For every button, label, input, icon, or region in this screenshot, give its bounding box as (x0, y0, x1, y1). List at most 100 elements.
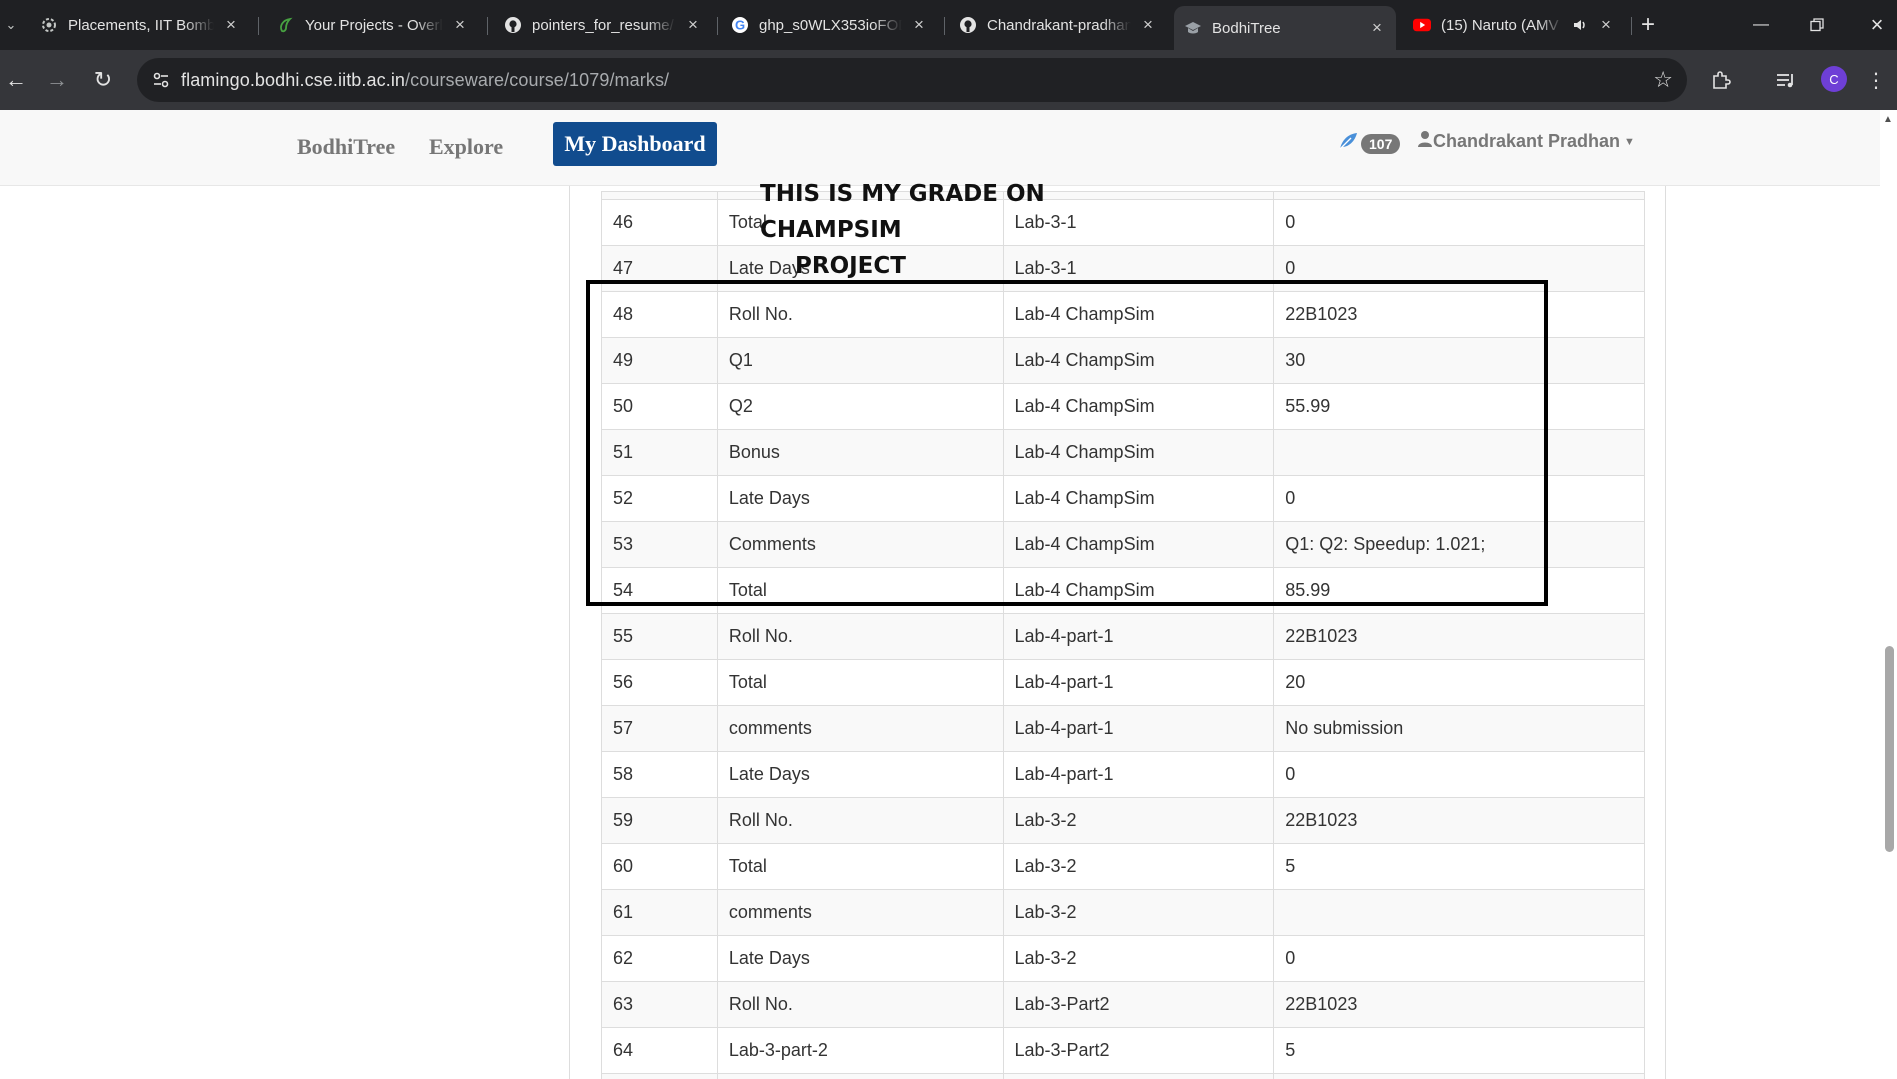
cell-assignment: Lab-4 ChampSim (1002, 291, 1275, 338)
url-text: flamingo.bodhi.cse.iitb.ac.in/courseware… (181, 70, 669, 91)
cell-field: Late Days (716, 935, 1004, 982)
tab-title: (15) Naruto (AMV (1441, 16, 1559, 34)
cell-assignment: Lab-4 ChampSim (1002, 521, 1275, 568)
cell-no: 61 (601, 889, 718, 936)
tab-github-profile[interactable]: Chandrakant-pradhan × (949, 8, 1167, 42)
cell-value (1273, 1073, 1645, 1079)
cell-field: Late Days (716, 751, 1004, 798)
cell-no: 64 (601, 1027, 718, 1074)
cell-value (1273, 889, 1645, 936)
table-row: 50 Q2 Lab-4 ChampSim 55.99 (601, 383, 1645, 430)
cell-no: 58 (601, 751, 718, 798)
tab-bodhitree[interactable]: BodhiTree × (1174, 6, 1396, 50)
address-bar[interactable]: flamingo.bodhi.cse.iitb.ac.in/courseware… (137, 58, 1687, 102)
cell-assignment (1002, 1073, 1275, 1079)
grade-annotation: THIS IS MY GRADE ON CHAMPSIM PROJECT (760, 176, 1180, 284)
user-name: Chandrakant Pradhan (1433, 131, 1621, 151)
back-arrow-icon[interactable]: ← (0, 64, 32, 96)
speaker-icon[interactable] (1571, 16, 1589, 34)
github-icon (959, 16, 977, 34)
site-settings-icon[interactable] (151, 70, 171, 90)
user-icon (1417, 130, 1433, 153)
minimize-icon[interactable]: — (1741, 8, 1781, 42)
table-row: 51 Bonus Lab-4 ChampSim (601, 429, 1645, 476)
cell-value: 22B1023 (1273, 981, 1645, 1028)
cell-assignment: Lab-4 ChampSim (1002, 337, 1275, 384)
tab-separator (944, 17, 945, 35)
points-indicator[interactable]: 107 (1337, 130, 1401, 157)
close-icon[interactable]: × (1368, 18, 1386, 37)
explore-link[interactable]: Explore (429, 134, 503, 160)
scrollbar-thumb[interactable] (1885, 646, 1894, 852)
leaf-icon (1337, 130, 1359, 157)
forward-arrow-icon[interactable]: → (41, 64, 73, 96)
tab-separator (487, 17, 488, 35)
cell-field: Total (716, 567, 1004, 614)
reload-icon[interactable]: ↻ (87, 64, 119, 96)
graduation-cap-icon (1184, 19, 1202, 37)
cell-value: 5 (1273, 1027, 1645, 1074)
cell-field: Lab-3-part-2 (716, 1027, 1004, 1074)
cell-assignment: Lab-4-part-1 (1002, 705, 1275, 752)
cell-value: Q1: Q2: Speedup: 1.021; (1273, 521, 1645, 568)
close-icon[interactable]: × (684, 15, 702, 34)
cell-assignment: Lab-4 ChampSim (1002, 475, 1275, 522)
github-icon (504, 16, 522, 34)
close-icon[interactable]: × (910, 15, 928, 34)
cell-field: Roll No. (716, 797, 1004, 844)
cell-assignment: Lab-4-part-1 (1002, 751, 1275, 798)
cell-field: comments (716, 705, 1004, 752)
tab-pointers-for-resume[interactable]: pointers_for_resume/ × (494, 8, 712, 42)
tab-title: Your Projects - Overleaf (305, 16, 443, 34)
cell-field: Late Days (716, 475, 1004, 522)
close-icon[interactable]: × (451, 15, 469, 34)
cell-assignment: Lab-4 ChampSim (1002, 383, 1275, 430)
tab-search-chevron-icon[interactable]: ⌄ (0, 12, 22, 38)
tab-overleaf[interactable]: Your Projects - Overleaf × (267, 8, 479, 42)
cell-no (601, 191, 718, 200)
tab-youtube[interactable]: (15) Naruto (AMV × (1403, 8, 1625, 42)
cell-field: Roll No. (716, 981, 1004, 1028)
table-row: 52 Late Days Lab-4 ChampSim 0 (601, 475, 1645, 522)
cell-no: 52 (601, 475, 718, 522)
google-icon: G (731, 16, 749, 34)
cell-value: 22B1023 (1273, 291, 1645, 338)
table-row: 53 Comments Lab-4 ChampSim Q1: Q2: Speedup:… (601, 521, 1645, 568)
tab-title: Chandrakant-pradhan (987, 16, 1131, 34)
tab-title: pointers_for_resume/ (532, 16, 674, 34)
bookmark-star-icon[interactable]: ☆ (1653, 67, 1673, 93)
close-icon[interactable]: × (1139, 15, 1157, 34)
close-icon[interactable]: × (222, 15, 240, 34)
media-queue-icon[interactable] (1770, 64, 1802, 96)
brand-link[interactable]: BodhiTree (297, 134, 395, 160)
close-icon[interactable]: × (1597, 15, 1615, 34)
caret-down-icon: ▼ (1624, 135, 1635, 148)
user-menu[interactable]: Chandrakant Pradhan ▼ (1417, 130, 1635, 153)
cell-assignment: Lab-3-2 (1002, 889, 1275, 936)
new-tab-plus-icon[interactable]: + (1637, 11, 1659, 38)
cell-no: 50 (601, 383, 718, 430)
tab-separator (717, 17, 718, 35)
tab-placements[interactable]: Placements, IIT Bombay × (30, 8, 250, 42)
table-row: 56 Total Lab-4-part-1 20 (601, 659, 1645, 706)
extensions-puzzle-icon[interactable] (1705, 64, 1737, 96)
tab-separator (258, 17, 259, 35)
table-row: 48 Roll No. Lab-4 ChampSim 22B1023 (601, 291, 1645, 338)
restore-icon[interactable] (1797, 8, 1837, 42)
cell-no (601, 1073, 718, 1079)
cell-value: 85.99 (1273, 567, 1645, 614)
kebab-menu-icon[interactable]: ⋮ (1860, 64, 1892, 96)
tab-google-search[interactable]: G ghp_s0WLX353ioFOD × (721, 8, 938, 42)
table-row: 61 comments Lab-3-2 (601, 889, 1645, 936)
cell-no: 60 (601, 843, 718, 890)
table-row: 63 Roll No. Lab-3-Part2 22B1023 (601, 981, 1645, 1028)
profile-avatar[interactable]: C (1821, 66, 1847, 92)
cell-field: Q2 (716, 383, 1004, 430)
window-close-icon[interactable]: × (1857, 8, 1897, 42)
cell-no: 53 (601, 521, 718, 568)
browser-tab-strip: ⌄ Placements, IIT Bombay × Your Projects… (0, 0, 1897, 50)
cell-assignment: Lab-3-Part2 (1002, 1027, 1275, 1074)
scroll-up-arrow-icon[interactable]: ▲ (1883, 114, 1893, 125)
page-scrollbar[interactable] (1880, 110, 1897, 1079)
my-dashboard-button[interactable]: My Dashboard (553, 122, 717, 166)
